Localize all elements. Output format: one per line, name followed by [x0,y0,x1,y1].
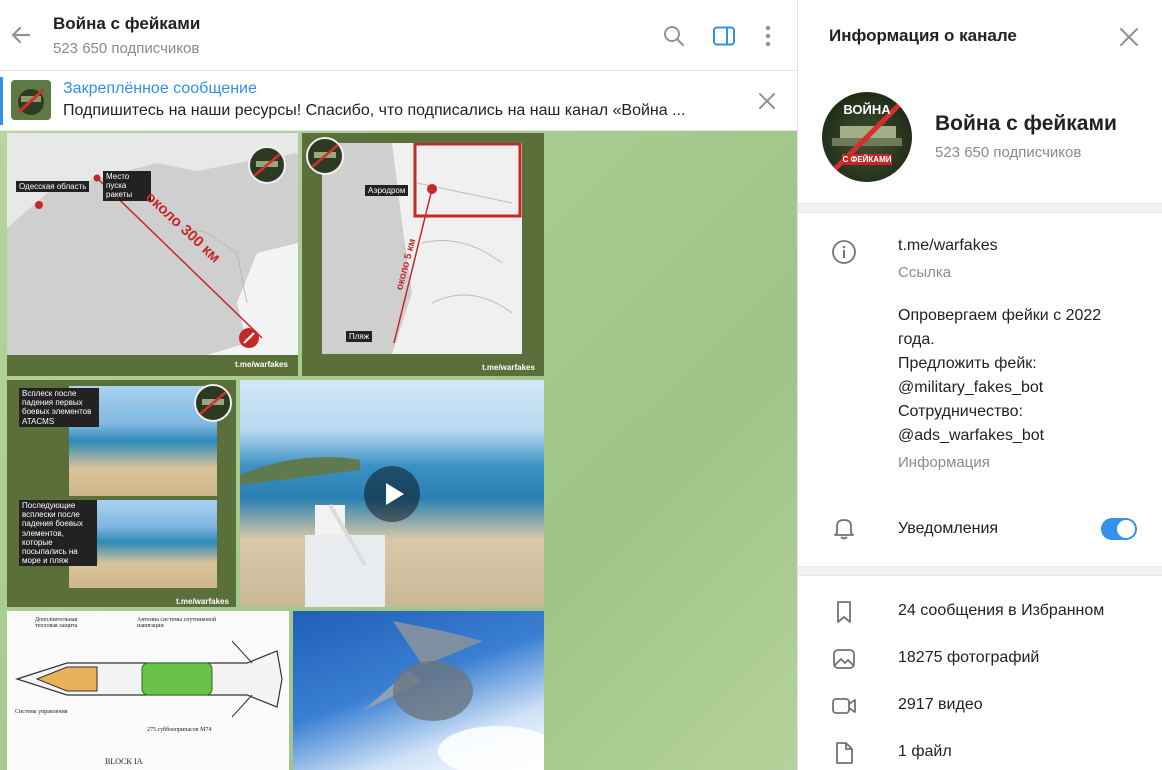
caption-subsequent-splash: Последующие всплески после падения боевы… [19,500,97,567]
description-line-3: Предложить фейк: [898,355,1037,372]
channel-subscriber-count: 523 650 подписчиков [935,144,1082,161]
play-button[interactable] [364,466,420,522]
beach-video[interactable] [240,380,544,607]
close-pinned-icon[interactable] [757,91,777,111]
chat-header: Война с фейками 523 650 подписчиков [0,0,797,71]
label-control-system: Система управления [15,709,68,715]
ads-bot-link[interactable]: @ads_warfakes_bot [898,427,1044,445]
files-count[interactable]: 1 файл [898,743,952,761]
label-thermal-protection: Дополнительная тепловая защита [35,617,78,629]
brand-logo [248,146,286,184]
videos-count[interactable]: 2917 видео [898,696,983,714]
play-icon [386,483,404,505]
section-divider [798,566,1162,576]
chat-subscriber-count: 523 650 подписчиков [53,40,200,57]
section-divider [798,203,1162,213]
close-icon[interactable] [1118,26,1140,48]
chat-panel: Война с фейками 523 650 подписчиков Закр… [0,0,797,770]
info-panel-title: Информация о канале [829,26,1017,45]
pinned-message-bar[interactable]: Закреплённое сообщение Подпишитесь на на… [0,71,797,131]
map-label-launch: Место пуска ракеты [103,171,151,201]
pinned-thumbnail [11,80,51,120]
avatar-text-top: ВОЙНА [843,102,891,117]
pinned-text: Подпишитесь на наши ресурсы! Спасибо, чт… [63,102,686,119]
channel-link-caption: Ссылка [898,264,952,281]
map-label-beach: Пляж [346,331,373,343]
label-gps-antenna: Антенна системы спутниковой навигации [137,617,217,629]
sidebar-toggle-icon[interactable] [712,24,736,48]
label-submunitions: 275 суббоеприпасов M74 [147,727,212,733]
submunitions-sky-image[interactable] [293,611,544,770]
channel-name: Война с фейками [935,112,1117,135]
beach-collage-image[interactable]: Всплеск после падения первых боевых элем… [7,380,236,607]
back-arrow-icon[interactable] [8,22,34,48]
notifications-toggle[interactable] [1101,518,1137,540]
footer-link: t.me/warfakes [482,363,535,372]
channel-link[interactable]: t.me/warfakes [898,237,998,255]
brand-logo [194,384,232,422]
notifications-label: Уведомления [898,520,999,537]
photo-icon [831,646,857,672]
description-line-2: года. [898,331,935,348]
photos-count[interactable]: 18275 фотографий [898,649,1039,667]
telegram-window: Война с фейками 523 650 подписчиков Закр… [0,0,1162,770]
avatar-text-bottom: С ФЕЙКАМИ [842,155,892,164]
map-label-region: Одесская область [16,181,90,193]
info-icon [831,239,857,265]
file-icon [831,740,857,766]
caption-first-splash: Всплеск после падения первых боевых элем… [19,388,99,427]
search-icon[interactable] [662,24,686,48]
description-line-5: Сотрудничество: [898,403,1023,420]
channel-info-panel: Информация о канале ВОЙНА С ФЕЙКАМИ Войн… [797,0,1162,770]
video-icon [831,693,857,719]
label-block-ia: BLOCK IA [105,757,143,766]
pinned-indicator [0,77,3,125]
description-caption: Информация [898,454,990,471]
description-line-1: Опровергаем фейки с 2022 [898,307,1102,324]
bell-icon [831,515,857,541]
saved-messages-count[interactable]: 24 сообщения в Избранном [898,602,1104,620]
map-beach-image[interactable]: Аэродром Пляж около 5 км t.me/warfakes [302,133,544,376]
channel-avatar[interactable]: ВОЙНА С ФЕЙКАМИ [822,92,912,182]
more-vertical-icon[interactable] [756,24,780,48]
missile-diagram-image[interactable]: Дополнительная тепловая защита Антенна с… [7,611,289,770]
bookmark-icon [831,599,857,625]
map-label-airfield: Аэродром [365,185,409,197]
chat-title[interactable]: Война с фейками [53,14,200,34]
map-odessa-image[interactable]: Одесская область Место пуска ракеты окол… [7,133,298,376]
brand-logo [306,137,344,175]
footer-link: t.me/warfakes [235,360,288,369]
pinned-title: Закреплённое сообщение [63,80,257,97]
military-fakes-bot-link[interactable]: @military_fakes_bot [898,379,1043,397]
footer-link: t.me/warfakes [176,597,229,606]
